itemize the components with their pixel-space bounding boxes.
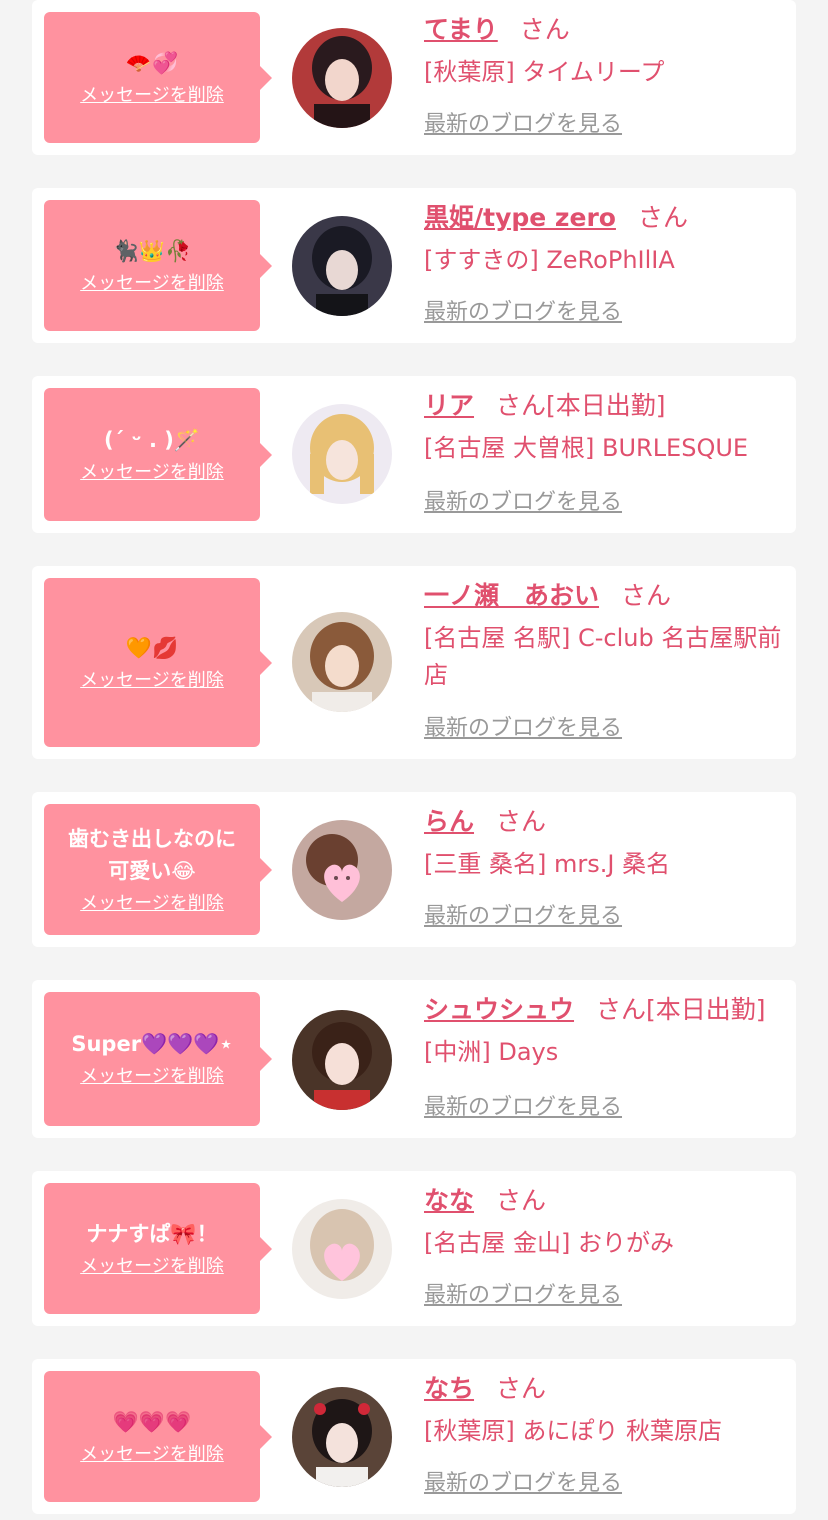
avatar[interactable]	[292, 28, 392, 128]
list-item: 🐈‍⬛👑🥀 メッセージを削除 黒姫/type zero さん [すすきの] ZeR…	[32, 188, 796, 343]
cast-name-link[interactable]: 一ノ瀬 あおい	[424, 581, 599, 610]
message-text: 歯むき出しなのに 可愛い😂	[68, 826, 236, 883]
delete-message-link[interactable]: メッセージを削除	[80, 1442, 224, 1468]
cast-name-link[interactable]: 黒姫/type zero	[424, 203, 616, 232]
delete-message-link[interactable]: メッセージを削除	[80, 1064, 224, 1090]
shop-info: [秋葉原] あにぽり 秋葉原店	[424, 1417, 722, 1445]
message-text: Super💜💜💜⋆	[71, 1032, 233, 1056]
list-item: 💗💗💗 メッセージを削除 なち さん [秋葉原] あにぽり 秋葉原店 最新のブログ…	[32, 1359, 796, 1514]
latest-blog-link[interactable]: 最新のブログを見る	[424, 488, 622, 518]
list-item: 🪭💞 メッセージを削除 てまり さん [秋葉原] タイムリープ 最新のブログを見る	[32, 0, 796, 155]
message-bubble: Super💜💜💜⋆ メッセージを削除	[44, 992, 272, 1126]
latest-blog-link[interactable]: 最新のブログを見る	[424, 1093, 622, 1123]
message-text: 🧡💋	[125, 635, 179, 660]
latest-blog-link[interactable]: 最新のブログを見る	[424, 110, 622, 140]
honorific: さん	[621, 581, 672, 610]
honorific: さん	[596, 995, 647, 1024]
list-item: (ˊ ᵕ . )🪄 メッセージを削除 リア さん[本日出勤] [名古屋 大曽根] …	[32, 376, 796, 533]
cast-name-link[interactable]: らん	[424, 807, 474, 836]
message-text: ナナすぱ🎀！	[86, 1221, 218, 1246]
delete-message-link[interactable]: メッセージを削除	[80, 460, 224, 486]
cast-name-link[interactable]: てまり	[424, 15, 498, 44]
message-bubble: (ˊ ᵕ . )🪄 メッセージを削除	[44, 388, 272, 521]
shop-info: [名古屋 金山] おりがみ	[424, 1229, 674, 1257]
honorific: さん	[496, 807, 547, 836]
delete-message-link[interactable]: メッセージを削除	[80, 271, 224, 297]
message-text: 🪭💞	[125, 50, 179, 75]
message-bubble: 🪭💞 メッセージを削除	[44, 12, 272, 143]
shop-info: [中洲] Days	[424, 1038, 559, 1066]
honorific: さん	[496, 1374, 547, 1403]
latest-blog-link[interactable]: 最新のブログを見る	[424, 1281, 622, 1311]
favorites-list: 🪭💞 メッセージを削除 てまり さん [秋葉原] タイムリープ 最新のブログを見る…	[0, 0, 828, 1520]
shop-info: [秋葉原] タイムリープ	[424, 58, 665, 86]
avatar[interactable]	[292, 1387, 392, 1487]
shop-info: [名古屋 大曽根] BURLESQUE	[424, 434, 749, 462]
honorific: さん	[519, 15, 570, 44]
avatar[interactable]	[292, 612, 392, 712]
shop-info: [すすきの] ZeRoPhIlIA	[424, 246, 675, 274]
message-text: (ˊ ᵕ . )🪄	[104, 427, 200, 452]
message-bubble: ナナすぱ🎀！ メッセージを削除	[44, 1183, 272, 1314]
honorific: さん	[496, 1186, 547, 1215]
list-item: 🧡💋 メッセージを削除 一ノ瀬 あおい さん [名古屋 名駅] C-club 名古…	[32, 566, 796, 759]
message-text: 🐈‍⬛👑🥀	[112, 238, 192, 263]
list-item: Super💜💜💜⋆ メッセージを削除 シュウシュウ さん[本日出勤] [中洲] D…	[32, 980, 796, 1138]
message-bubble: 🧡💋 メッセージを削除	[44, 578, 272, 747]
attendance-badge: [本日出勤]	[646, 995, 766, 1024]
message-bubble: 歯むき出しなのに 可愛い😂 メッセージを削除	[44, 804, 272, 935]
latest-blog-link[interactable]: 最新のブログを見る	[424, 714, 622, 744]
cast-name-link[interactable]: シュウシュウ	[424, 995, 574, 1024]
avatar[interactable]	[292, 1199, 392, 1299]
delete-message-link[interactable]: メッセージを削除	[80, 1254, 224, 1280]
avatar[interactable]	[292, 820, 392, 920]
cast-name-link[interactable]: なな	[424, 1186, 474, 1215]
honorific: さん	[496, 391, 547, 420]
delete-message-link[interactable]: メッセージを削除	[80, 891, 224, 917]
delete-message-link[interactable]: メッセージを削除	[80, 668, 224, 694]
avatar[interactable]	[292, 1010, 392, 1110]
honorific: さん	[637, 203, 688, 232]
avatar[interactable]	[292, 404, 392, 504]
shop-info: [三重 桑名] mrs.J 桑名	[424, 850, 671, 878]
latest-blog-link[interactable]: 最新のブログを見る	[424, 298, 622, 328]
attendance-badge: [本日出勤]	[546, 391, 666, 420]
list-item: ナナすぱ🎀！ メッセージを削除 なな さん [名古屋 金山] おりがみ 最新のブロ…	[32, 1171, 796, 1326]
latest-blog-link[interactable]: 最新のブログを見る	[424, 902, 622, 932]
delete-message-link[interactable]: メッセージを削除	[80, 83, 224, 109]
message-bubble: 💗💗💗 メッセージを削除	[44, 1371, 272, 1502]
message-bubble: 🐈‍⬛👑🥀 メッセージを削除	[44, 200, 272, 331]
shop-info: [名古屋 名駅] C-club 名古屋駅前店	[424, 624, 782, 689]
list-item: 歯むき出しなのに 可愛い😂 メッセージを削除 らん さん [三重 桑名] mrs.…	[32, 792, 796, 947]
cast-name-link[interactable]: なち	[424, 1374, 474, 1403]
cast-name-link[interactable]: リア	[424, 391, 474, 420]
latest-blog-link[interactable]: 最新のブログを見る	[424, 1469, 622, 1499]
avatar[interactable]	[292, 216, 392, 316]
message-text: 💗💗💗	[112, 1409, 192, 1434]
